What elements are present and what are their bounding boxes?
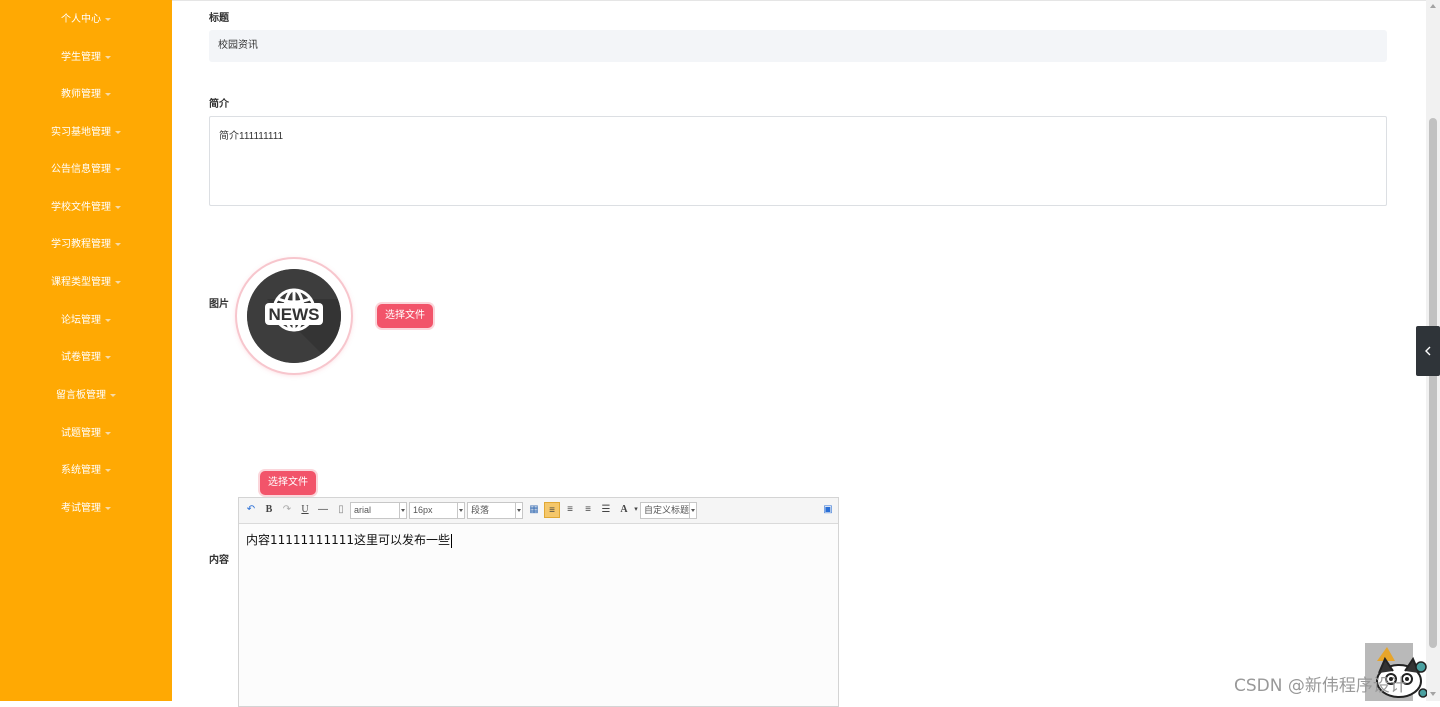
sidebar-item-label: 论坛管理 [61, 315, 101, 326]
chevron-left-icon [1425, 346, 1431, 356]
chevron-down-icon [105, 355, 111, 359]
watermark: CSDN @新伟程序设计 [1234, 676, 1407, 696]
chevron-down-icon [399, 503, 406, 518]
scroll-thumb[interactable] [1429, 118, 1437, 648]
paragraph-value: 段落 [471, 505, 490, 515]
align-right-icon[interactable]: ≡ [582, 504, 594, 516]
svg-text:NEWS: NEWS [269, 305, 320, 324]
editor-content[interactable]: 内容11111111111这里可以发布一些 [246, 531, 452, 548]
chevron-down-icon [689, 503, 696, 518]
underline-icon[interactable]: U [299, 504, 311, 516]
rich-text-editor: ↶ B ↷ U — ▯ arial 16px 段落 ▦ ≡ ≡ ≡ ☰ A ▾ … [238, 497, 839, 707]
title-label: 标题 [209, 13, 229, 24]
scroll-up-icon[interactable] [1430, 4, 1436, 8]
sidebar-item-forum[interactable]: 论坛管理 [0, 313, 172, 329]
font-size-select[interactable]: 16px [409, 502, 465, 519]
news-globe-icon: NEWS [247, 269, 341, 363]
text-cursor [450, 533, 452, 548]
horizontal-rule-icon[interactable]: — [317, 504, 329, 516]
chevron-down-icon [457, 503, 464, 518]
chevron-down-icon [115, 242, 121, 246]
sidebar-item-system[interactable]: 系统管理 [0, 463, 172, 479]
chevron-down-icon [115, 130, 121, 134]
sidebar-item-questions[interactable]: 试题管理 [0, 426, 172, 442]
chevron-down-icon [105, 506, 111, 510]
undo-icon[interactable]: ↶ [245, 504, 257, 516]
bold-icon[interactable]: B [263, 504, 275, 516]
chevron-down-icon [115, 167, 121, 171]
sidebar-item-label: 系统管理 [61, 465, 101, 476]
sidebar-item-teachers[interactable]: 教师管理 [0, 87, 172, 103]
paste-icon[interactable]: ▯ [335, 504, 347, 516]
sidebar-item-personal-center[interactable]: 个人中心 [0, 12, 172, 28]
font-color-icon[interactable]: A [618, 504, 630, 516]
sidebar-item-exams[interactable]: 考试管理 [0, 501, 172, 517]
intro-label: 简介 [209, 99, 229, 110]
sidebar: 个人中心 学生管理 教师管理 实习基地管理 公告信息管理 学校文件管理 学习教程… [0, 0, 172, 701]
sidebar-item-label: 试卷管理 [61, 352, 101, 363]
chevron-down-icon [105, 468, 111, 472]
sidebar-item-course-types[interactable]: 课程类型管理 [0, 275, 172, 291]
table-icon[interactable]: ▦ [528, 504, 540, 516]
sidebar-item-internship-base[interactable]: 实习基地管理 [0, 125, 172, 141]
chevron-down-icon [105, 17, 111, 21]
chevron-down-icon [515, 503, 522, 518]
image-label: 图片 [209, 299, 229, 310]
sidebar-item-students[interactable]: 学生管理 [0, 50, 172, 66]
sidebar-item-papers[interactable]: 试卷管理 [0, 350, 172, 366]
side-panel-toggle[interactable] [1416, 326, 1440, 376]
pick-image-button[interactable]: 选择文件 [377, 304, 433, 328]
sidebar-item-tutorials[interactable]: 学习教程管理 [0, 237, 172, 253]
sidebar-item-label: 公告信息管理 [51, 164, 111, 175]
sidebar-item-label: 学生管理 [61, 52, 101, 63]
title-input[interactable]: 校园资讯 [209, 30, 1387, 62]
sidebar-item-announcements[interactable]: 公告信息管理 [0, 162, 172, 178]
sidebar-item-label: 教师管理 [61, 89, 101, 100]
image-preview[interactable]: NEWS [237, 259, 351, 373]
sidebar-item-message-board[interactable]: 留言板管理 [0, 388, 172, 404]
custom-title-select[interactable]: 自定义标题 [640, 502, 697, 519]
redo-icon[interactable]: ↷ [281, 504, 293, 516]
font-size-value: 16px [413, 505, 433, 515]
news-image: NEWS [247, 269, 341, 363]
editor-toolbar: ↶ B ↷ U — ▯ arial 16px 段落 ▦ ≡ ≡ ≡ ☰ A ▾ … [239, 498, 838, 524]
editor-text: 内容11111111111这里可以发布一些 [246, 533, 450, 547]
sidebar-item-label: 试题管理 [61, 428, 101, 439]
sidebar-item-school-files[interactable]: 学校文件管理 [0, 200, 172, 216]
align-justify-icon[interactable]: ☰ [600, 504, 612, 516]
sidebar-item-label: 实习基地管理 [51, 127, 111, 138]
content-pick-file-button[interactable]: 选择文件 [260, 471, 316, 495]
chevron-down-icon [105, 318, 111, 322]
chevron-down-icon [105, 431, 111, 435]
fullscreen-icon[interactable]: ▣ [822, 504, 834, 516]
align-center-icon[interactable]: ≡ [564, 504, 576, 516]
scroll-down-icon[interactable] [1430, 692, 1436, 696]
sidebar-item-label: 个人中心 [61, 14, 101, 25]
sidebar-item-label: 学习教程管理 [51, 239, 111, 250]
custom-title-value: 自定义标题 [644, 505, 690, 515]
chevron-down-icon [105, 55, 111, 59]
chevron-down-icon [115, 280, 121, 284]
sidebar-item-label: 留言板管理 [56, 390, 106, 401]
sidebar-item-label: 考试管理 [61, 503, 101, 514]
content-label: 内容 [209, 555, 229, 566]
paragraph-select[interactable]: 段落 [467, 502, 523, 519]
chevron-down-icon [115, 205, 121, 209]
intro-textarea[interactable]: 简介111111111 [209, 116, 1387, 206]
chevron-down-icon [110, 393, 116, 397]
sidebar-item-label: 课程类型管理 [51, 277, 111, 288]
chevron-down-icon [105, 92, 111, 96]
sidebar-item-label: 学校文件管理 [51, 202, 111, 213]
font-family-value: arial [354, 505, 372, 515]
align-left-icon[interactable]: ≡ [544, 502, 560, 518]
font-family-select[interactable]: arial [350, 502, 407, 519]
